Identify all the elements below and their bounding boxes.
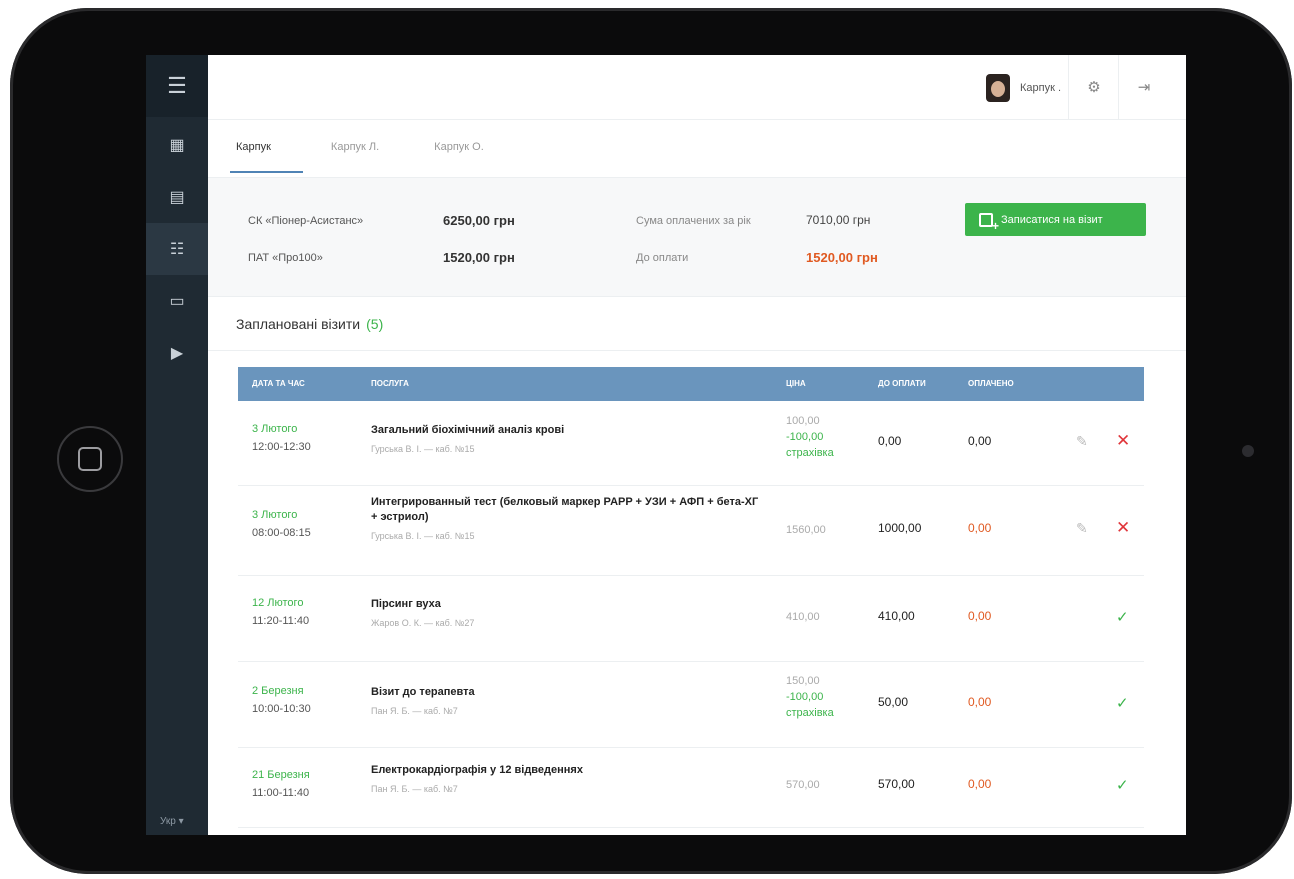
due-amount: 50,00 xyxy=(878,695,909,709)
language-selector[interactable]: Укр ▾ xyxy=(160,816,184,827)
doctor: Жаров О. К. — каб. №27 xyxy=(371,618,475,628)
check-icon: ✓ xyxy=(1116,609,1129,626)
doctor: Гурська В. І. — каб. №15 xyxy=(371,444,475,454)
dashboard-icon[interactable]: ▦ xyxy=(146,119,208,171)
col-paid: Оплачено xyxy=(968,379,1014,388)
visits-title-text: Заплановані візити xyxy=(236,316,361,332)
visit-date: 3 Лютого xyxy=(252,423,298,435)
paid-amount: 0,00 xyxy=(968,777,992,791)
due-amount: 410,00 xyxy=(878,609,915,623)
insurance: страхівка xyxy=(786,447,834,459)
check-icon: ✓ xyxy=(1116,777,1129,794)
user-name: Карпук . xyxy=(1020,82,1062,94)
visit-date: 3 Лютого xyxy=(252,509,298,521)
edit-icon[interactable]: ✎ xyxy=(1076,433,1088,450)
add-icon xyxy=(979,212,999,233)
sidebar: ☰ ▦ ▤ ☷ ▭ ▶ Укр ▾ xyxy=(146,55,208,835)
delete-icon[interactable]: ✕ xyxy=(1116,518,1130,538)
visit-time: 10:00-10:30 xyxy=(252,703,311,715)
visit-time: 08:00-08:15 xyxy=(252,527,311,539)
service-name: Интегрированный тест (белковый маркер PA… xyxy=(371,496,759,523)
discount: -100,00 xyxy=(786,431,824,443)
visit-date: 21 Березня xyxy=(252,769,310,781)
service-name: Візит до терапевта xyxy=(371,686,475,698)
insurer1-value: 6250,00 грн xyxy=(443,213,515,228)
doctor: Пан Я. Б. — каб. №7 xyxy=(371,784,458,794)
camera xyxy=(1242,445,1254,457)
table-row[interactable]: 12 Лютого 11:20-11:40 Пірсинг вуха Жаров… xyxy=(238,575,1144,662)
service-name: Пірсинг вуха xyxy=(371,598,441,610)
paid-amount: 0,00 xyxy=(968,695,992,709)
price: 150,00 xyxy=(786,675,820,687)
visit-time: 11:00-11:40 xyxy=(252,787,310,799)
document-icon[interactable]: ▤ xyxy=(146,171,208,223)
col-date: Дата та час xyxy=(252,379,305,388)
tab-karpuk-o[interactable]: Карпук О. xyxy=(434,119,484,171)
top-bar: Карпук . ⚙ ⇥ xyxy=(208,55,1186,120)
due-amount: 570,00 xyxy=(878,777,915,791)
tab-karpuk-l[interactable]: Карпук Л. xyxy=(331,119,379,171)
insurance: страхівка xyxy=(786,707,834,719)
ticket-icon[interactable]: ▶ xyxy=(146,327,208,379)
calendar-icon[interactable]: ▭ xyxy=(146,275,208,327)
visit-time: 12:00-12:30 xyxy=(252,441,311,453)
discount: -100,00 xyxy=(786,691,824,703)
price: 570,00 xyxy=(786,779,820,791)
insurer1-label: СК «Піонер-Асистанс» xyxy=(248,215,364,227)
delete-icon[interactable]: ✕ xyxy=(1116,431,1130,451)
menu-icon[interactable]: ☰ xyxy=(146,55,208,117)
avatar xyxy=(986,74,1010,102)
insurer2-label: ПАТ «Про100» xyxy=(248,252,323,264)
col-price: Ціна xyxy=(786,379,806,388)
table-row[interactable]: 3 Лютого 08:00-08:15 Интегрированный тес… xyxy=(238,485,1144,576)
visit-time: 11:20-11:40 xyxy=(252,615,310,627)
doctor: Гурська В. І. — каб. №15 xyxy=(371,531,475,541)
doctor: Пан Я. Б. — каб. №7 xyxy=(371,706,458,716)
visits-title: Заплановані візити (5) xyxy=(236,316,383,332)
user-menu[interactable]: Карпук . xyxy=(986,74,1061,102)
check-icon: ✓ xyxy=(1116,695,1129,712)
col-service: Послуга xyxy=(371,379,409,388)
service-name: Електрокардіографія у 12 відведеннях xyxy=(371,764,583,776)
due-value: 1520,00 грн xyxy=(806,250,878,265)
table-row[interactable]: 3 Лютого 12:00-12:30 Загальний біохімічн… xyxy=(238,401,1144,486)
paid-amount: 0,00 xyxy=(968,521,992,535)
patient-tabs: Карпук Карпук Л. Карпук О. xyxy=(230,119,539,173)
visits-count: (5) xyxy=(366,316,384,332)
tab-karpuk[interactable]: Карпук xyxy=(230,119,303,173)
paid-amount: 0,00 xyxy=(968,434,992,448)
price: 410,00 xyxy=(786,611,820,623)
price: 100,00 xyxy=(786,415,820,427)
list-icon[interactable]: ☷ xyxy=(146,223,208,275)
paid-amount: 0,00 xyxy=(968,609,992,623)
book-visit-button[interactable]: Записатися на візит xyxy=(965,203,1146,236)
due-amount: 0,00 xyxy=(878,434,902,448)
payment-summary: СК «Піонер-Асистанс» 6250,00 грн ПАТ «Пр… xyxy=(208,177,1186,297)
app-screen: ☰ ▦ ▤ ☷ ▭ ▶ Укр ▾ Карпук . ⚙ ⇥ Карпук Ка… xyxy=(146,55,1186,835)
home-icon xyxy=(78,447,102,471)
col-due: До оплати xyxy=(878,379,926,388)
visit-date: 12 Лютого xyxy=(252,597,304,609)
table-row[interactable]: 2 Березня 10:00-10:30 Візит до терапевта… xyxy=(238,661,1144,748)
total-value: 7010,00 грн xyxy=(806,213,871,227)
book-visit-label: Записатися на візит xyxy=(1001,213,1103,226)
due-amount: 1000,00 xyxy=(878,521,922,535)
divider xyxy=(208,350,1186,351)
table-header: Дата та час Послуга Ціна До оплати Оплач… xyxy=(238,367,1144,401)
total-label: Сума оплачених за рік xyxy=(636,215,751,227)
visit-date: 2 Березня xyxy=(252,685,304,697)
home-button[interactable] xyxy=(57,426,123,492)
edit-icon[interactable]: ✎ xyxy=(1076,520,1088,537)
logout-icon[interactable]: ⇥ xyxy=(1118,55,1169,119)
service-name: Загальний біохімічний аналіз крові xyxy=(371,424,565,436)
table-row[interactable]: 21 Березня 11:00-11:40 Електрокардіограф… xyxy=(238,747,1144,828)
due-label: До оплати xyxy=(636,252,689,264)
gear-icon[interactable]: ⚙ xyxy=(1068,55,1119,119)
price: 1560,00 xyxy=(786,524,826,536)
insurer2-value: 1520,00 грн xyxy=(443,250,515,265)
